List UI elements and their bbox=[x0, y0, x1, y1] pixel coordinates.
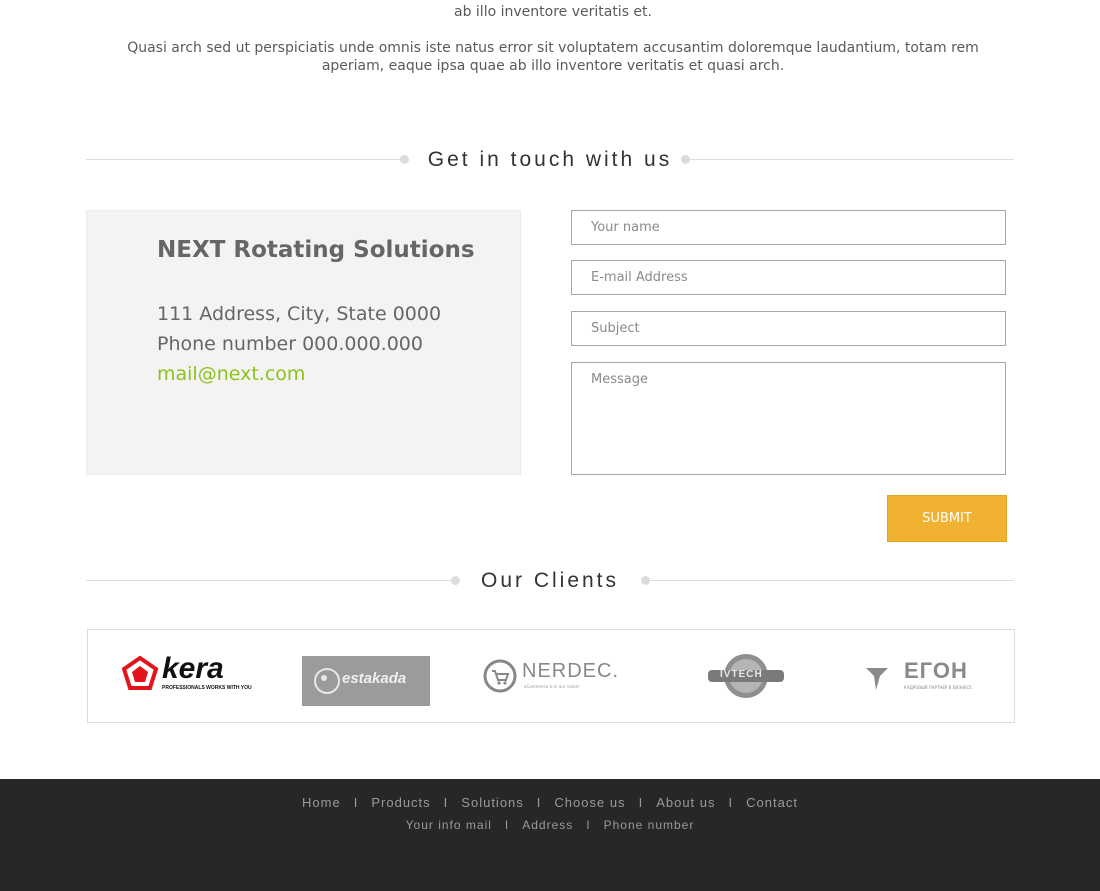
clients-section-title: Our Clients bbox=[86, 569, 1014, 593]
company-phone: Phone number 000.000.000 bbox=[157, 333, 423, 355]
estakada-logo-text: estakada bbox=[342, 670, 407, 687]
company-address: 111 Address, City, State 0000 bbox=[157, 303, 442, 325]
footer-link-about-us[interactable]: About us bbox=[656, 795, 715, 810]
nerdec-logo-tagline: eCommerce is in our name! bbox=[524, 684, 580, 689]
footer-link-choose-us[interactable]: Choose us bbox=[554, 795, 625, 810]
email-input[interactable] bbox=[571, 260, 1006, 295]
client-logo-itech[interactable]: IVTECH bbox=[706, 650, 786, 702]
message-textarea[interactable] bbox=[571, 362, 1006, 475]
company-name: NEXT Rotating Solutions bbox=[157, 237, 475, 263]
subject-input[interactable] bbox=[571, 311, 1006, 346]
nerdec-cart-icon bbox=[483, 659, 517, 693]
footer-link-products[interactable]: Products bbox=[371, 795, 430, 810]
client-logo-kera[interactable]: kera PROFESSIONALS WORKS WITH YOU bbox=[122, 650, 252, 702]
footer-nav: Home I Products I Solutions I Choose us … bbox=[0, 795, 1100, 810]
footer: Home I Products I Solutions I Choose us … bbox=[0, 779, 1100, 891]
intro-paragraph: Quasi arch sed ut perspiciatis unde omni… bbox=[127, 40, 979, 74]
itech-logo-text: IVTECH bbox=[720, 669, 763, 680]
footer-separator: I bbox=[728, 795, 734, 810]
nerdec-logo-text: NERDEC. bbox=[522, 660, 620, 682]
egon-logo-text: ЕГОН bbox=[904, 658, 968, 683]
kera-logo-tagline: PROFESSIONALS WORKS WITH YOU bbox=[162, 685, 252, 691]
footer-info: Your info mail I Address I Phone number bbox=[0, 818, 1100, 832]
contact-info-box: NEXT Rotating Solutions 111 Address, Cit… bbox=[86, 210, 521, 475]
footer-separator: I bbox=[638, 795, 644, 810]
footer-link-contact[interactable]: Contact bbox=[746, 795, 798, 810]
footer-separator: I bbox=[353, 795, 359, 810]
kera-logo-text: kera bbox=[162, 652, 224, 685]
footer-link-solutions[interactable]: Solutions bbox=[461, 795, 523, 810]
client-logo-estakada[interactable]: estakada bbox=[302, 656, 430, 706]
clients-title-text: Our Clients bbox=[480, 569, 620, 592]
submit-button[interactable]: SUBMIT bbox=[887, 495, 1007, 542]
name-input[interactable] bbox=[571, 210, 1006, 245]
footer-separator: I bbox=[443, 795, 449, 810]
egon-logo-tagline: КАДРОВЫЙ ПАРТНЕР В БИЗНЕСЕ bbox=[904, 685, 972, 690]
footer-separator: I bbox=[586, 818, 591, 832]
footer-info-phone: Phone number bbox=[603, 818, 695, 832]
clients-logo-strip: kera PROFESSIONALS WORKS WITH YOU estaka… bbox=[87, 629, 1015, 723]
footer-separator: I bbox=[536, 795, 542, 810]
footer-info-address: Address bbox=[522, 818, 574, 832]
contact-title-text: Get in touch with us bbox=[427, 148, 673, 171]
footer-link-home[interactable]: Home bbox=[302, 795, 341, 810]
intro-paragraph-tail: ab illo inventore veritatis et. bbox=[454, 4, 652, 20]
client-logo-nerdec[interactable]: NERDEC. eCommerce is in our name! bbox=[482, 650, 622, 702]
footer-info-mail[interactable]: Your info mail bbox=[406, 818, 492, 832]
footer-separator: I bbox=[504, 818, 510, 832]
contact-section-title: Get in touch with us bbox=[86, 148, 1014, 172]
company-email-link[interactable]: mail@next.com bbox=[157, 363, 305, 385]
estakada-figure-icon bbox=[314, 668, 340, 694]
client-logo-egon[interactable]: ЕГОН КАДРОВЫЙ ПАРТНЕР В БИЗНЕСЕ bbox=[864, 650, 984, 702]
egon-mark-icon bbox=[866, 668, 888, 690]
